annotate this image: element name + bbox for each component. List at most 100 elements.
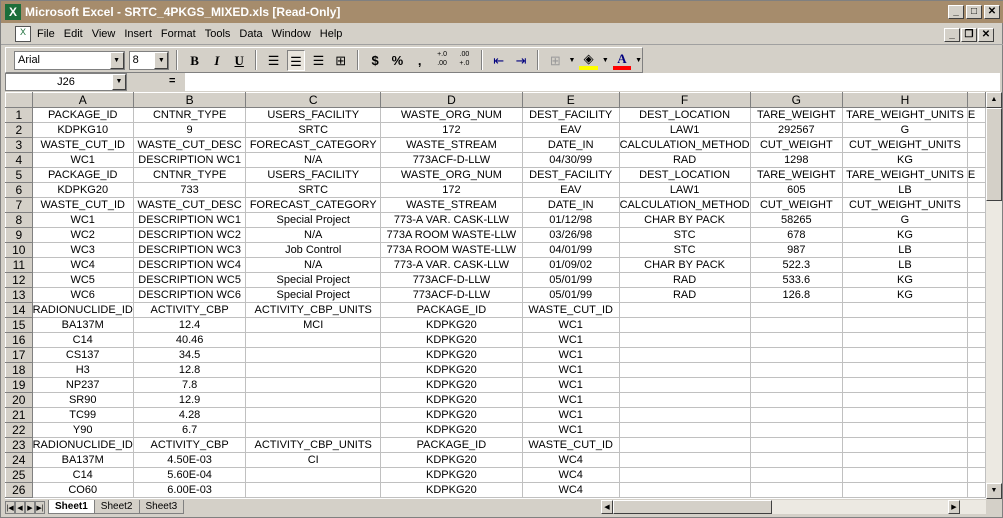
cell[interactable] [842,332,968,348]
cell[interactable]: WC3 [31,242,134,258]
font-name-select[interactable]: Arial ▼ [14,50,125,70]
cell[interactable]: DEST_LOCATION [618,167,751,183]
cell[interactable]: 172 [380,182,523,198]
cell[interactable] [966,332,986,348]
cell[interactable] [966,362,986,378]
cell[interactable] [842,407,968,423]
cell[interactable]: CNTNR_TYPE [132,107,247,123]
cell[interactable]: LB [842,182,968,198]
percent-button[interactable]: % [388,50,406,71]
cell[interactable] [966,347,986,363]
borders-icon[interactable]: ⊞ [546,50,564,71]
row-header[interactable]: 20 [5,392,33,408]
cell[interactable] [842,302,968,318]
cell[interactable]: 773A ROOM WASTE-LLW [380,227,523,243]
cell[interactable]: SRTC [245,182,382,198]
cell[interactable]: LAW1 [618,182,751,198]
cell[interactable]: KDPKG20 [380,317,523,333]
cell[interactable] [842,317,968,333]
cell[interactable]: EAV [521,182,620,198]
cell[interactable]: 6.00E-03 [132,482,247,498]
cell[interactable]: 05/01/99 [521,287,620,303]
menu-help[interactable]: Help [320,28,343,40]
cell[interactable]: TC99 [31,407,134,423]
cell[interactable]: ACTIVITY_CBP [132,437,247,453]
cell[interactable]: RADIONUCLIDE_ID [31,437,134,453]
cell[interactable]: 773-A VAR. CASK-LLW [380,257,523,273]
cell[interactable]: CUT_WEIGHT [749,137,844,153]
cell[interactable]: DESCRIPTION WC3 [132,242,247,258]
cell[interactable]: CHAR BY PACK [618,257,751,273]
chevron-down-icon[interactable]: ▼ [635,57,642,64]
cell[interactable] [966,182,986,198]
cell[interactable] [245,482,382,498]
chevron-down-icon[interactable]: ▼ [569,57,576,64]
doc-restore-button[interactable]: ❐ [961,28,977,42]
cell[interactable]: CALCULATION_METHOD [618,197,751,213]
cell[interactable]: 987 [749,242,844,258]
cell[interactable] [966,242,986,258]
decrease-decimal-button[interactable]: .00 +.0 [455,50,473,71]
cell[interactable]: C14 [31,332,134,348]
cell[interactable] [749,302,844,318]
cell[interactable]: LB [842,242,968,258]
cell[interactable]: Special Project [245,272,382,288]
cell[interactable] [245,407,382,423]
cell[interactable]: CUT_WEIGHT_UNITS [842,137,968,153]
column-header-c[interactable]: C [245,92,382,108]
merge-center-icon[interactable]: ⊞ [332,50,350,71]
cell[interactable] [966,422,986,438]
maximize-button[interactable]: □ [966,5,982,19]
cell[interactable]: TARE_WEIGHT [749,107,844,123]
comma-button[interactable]: , [411,50,429,71]
document-icon[interactable]: X [15,25,31,42]
cell[interactable]: KG [842,272,968,288]
cell[interactable] [966,137,986,153]
cell[interactable]: TARE_WEIGHT_UNITS [842,167,968,183]
formula-input[interactable] [185,73,1000,91]
cell[interactable]: WASTE_ORG_NUM [380,107,523,123]
cell[interactable]: Job Control [245,242,382,258]
cell[interactable] [618,392,751,408]
cell[interactable]: 04/01/99 [521,242,620,258]
cell[interactable] [749,482,844,498]
vertical-scrollbar[interactable]: ▲ ▼ [986,92,1002,499]
cell[interactable]: WC1 [521,347,620,363]
cell[interactable]: 01/09/02 [521,257,620,273]
row-header[interactable]: 22 [5,422,33,438]
scroll-up-icon[interactable]: ▲ [986,92,1002,108]
cell[interactable] [245,377,382,393]
cell[interactable] [245,467,382,483]
cell[interactable]: E [966,167,986,183]
cell[interactable] [966,257,986,273]
cell[interactable]: 40.46 [132,332,247,348]
row-header[interactable]: 9 [5,227,33,243]
italic-button[interactable]: I [208,50,226,71]
fill-color-icon[interactable]: ◈ [579,51,598,70]
cell[interactable]: 9 [132,122,247,138]
cell[interactable]: WASTE_ORG_NUM [380,167,523,183]
cell[interactable]: 6.7 [132,422,247,438]
row-header[interactable]: 2 [5,122,33,138]
cell[interactable]: RAD [618,152,751,168]
cell[interactable]: C14 [31,467,134,483]
row-header[interactable]: 6 [5,182,33,198]
last-sheet-icon[interactable]: ▶| [35,500,45,514]
row-header[interactable]: 21 [5,407,33,423]
cell[interactable] [618,332,751,348]
cell[interactable]: DESCRIPTION WC1 [132,152,247,168]
cell[interactable]: STC [618,227,751,243]
cell[interactable] [618,467,751,483]
cell[interactable]: E [966,107,986,123]
cell[interactable]: WASTE_CUT_DESC [132,197,247,213]
cell[interactable] [618,482,751,498]
cell[interactable]: STC [618,242,751,258]
cell[interactable] [618,422,751,438]
cell[interactable]: WASTE_STREAM [380,137,523,153]
cell[interactable] [966,227,986,243]
cell[interactable] [966,482,986,498]
cell[interactable]: WC5 [31,272,134,288]
menu-window[interactable]: Window [272,28,311,40]
row-header[interactable]: 15 [5,317,33,333]
scroll-left-icon[interactable]: ◀ [601,500,613,514]
